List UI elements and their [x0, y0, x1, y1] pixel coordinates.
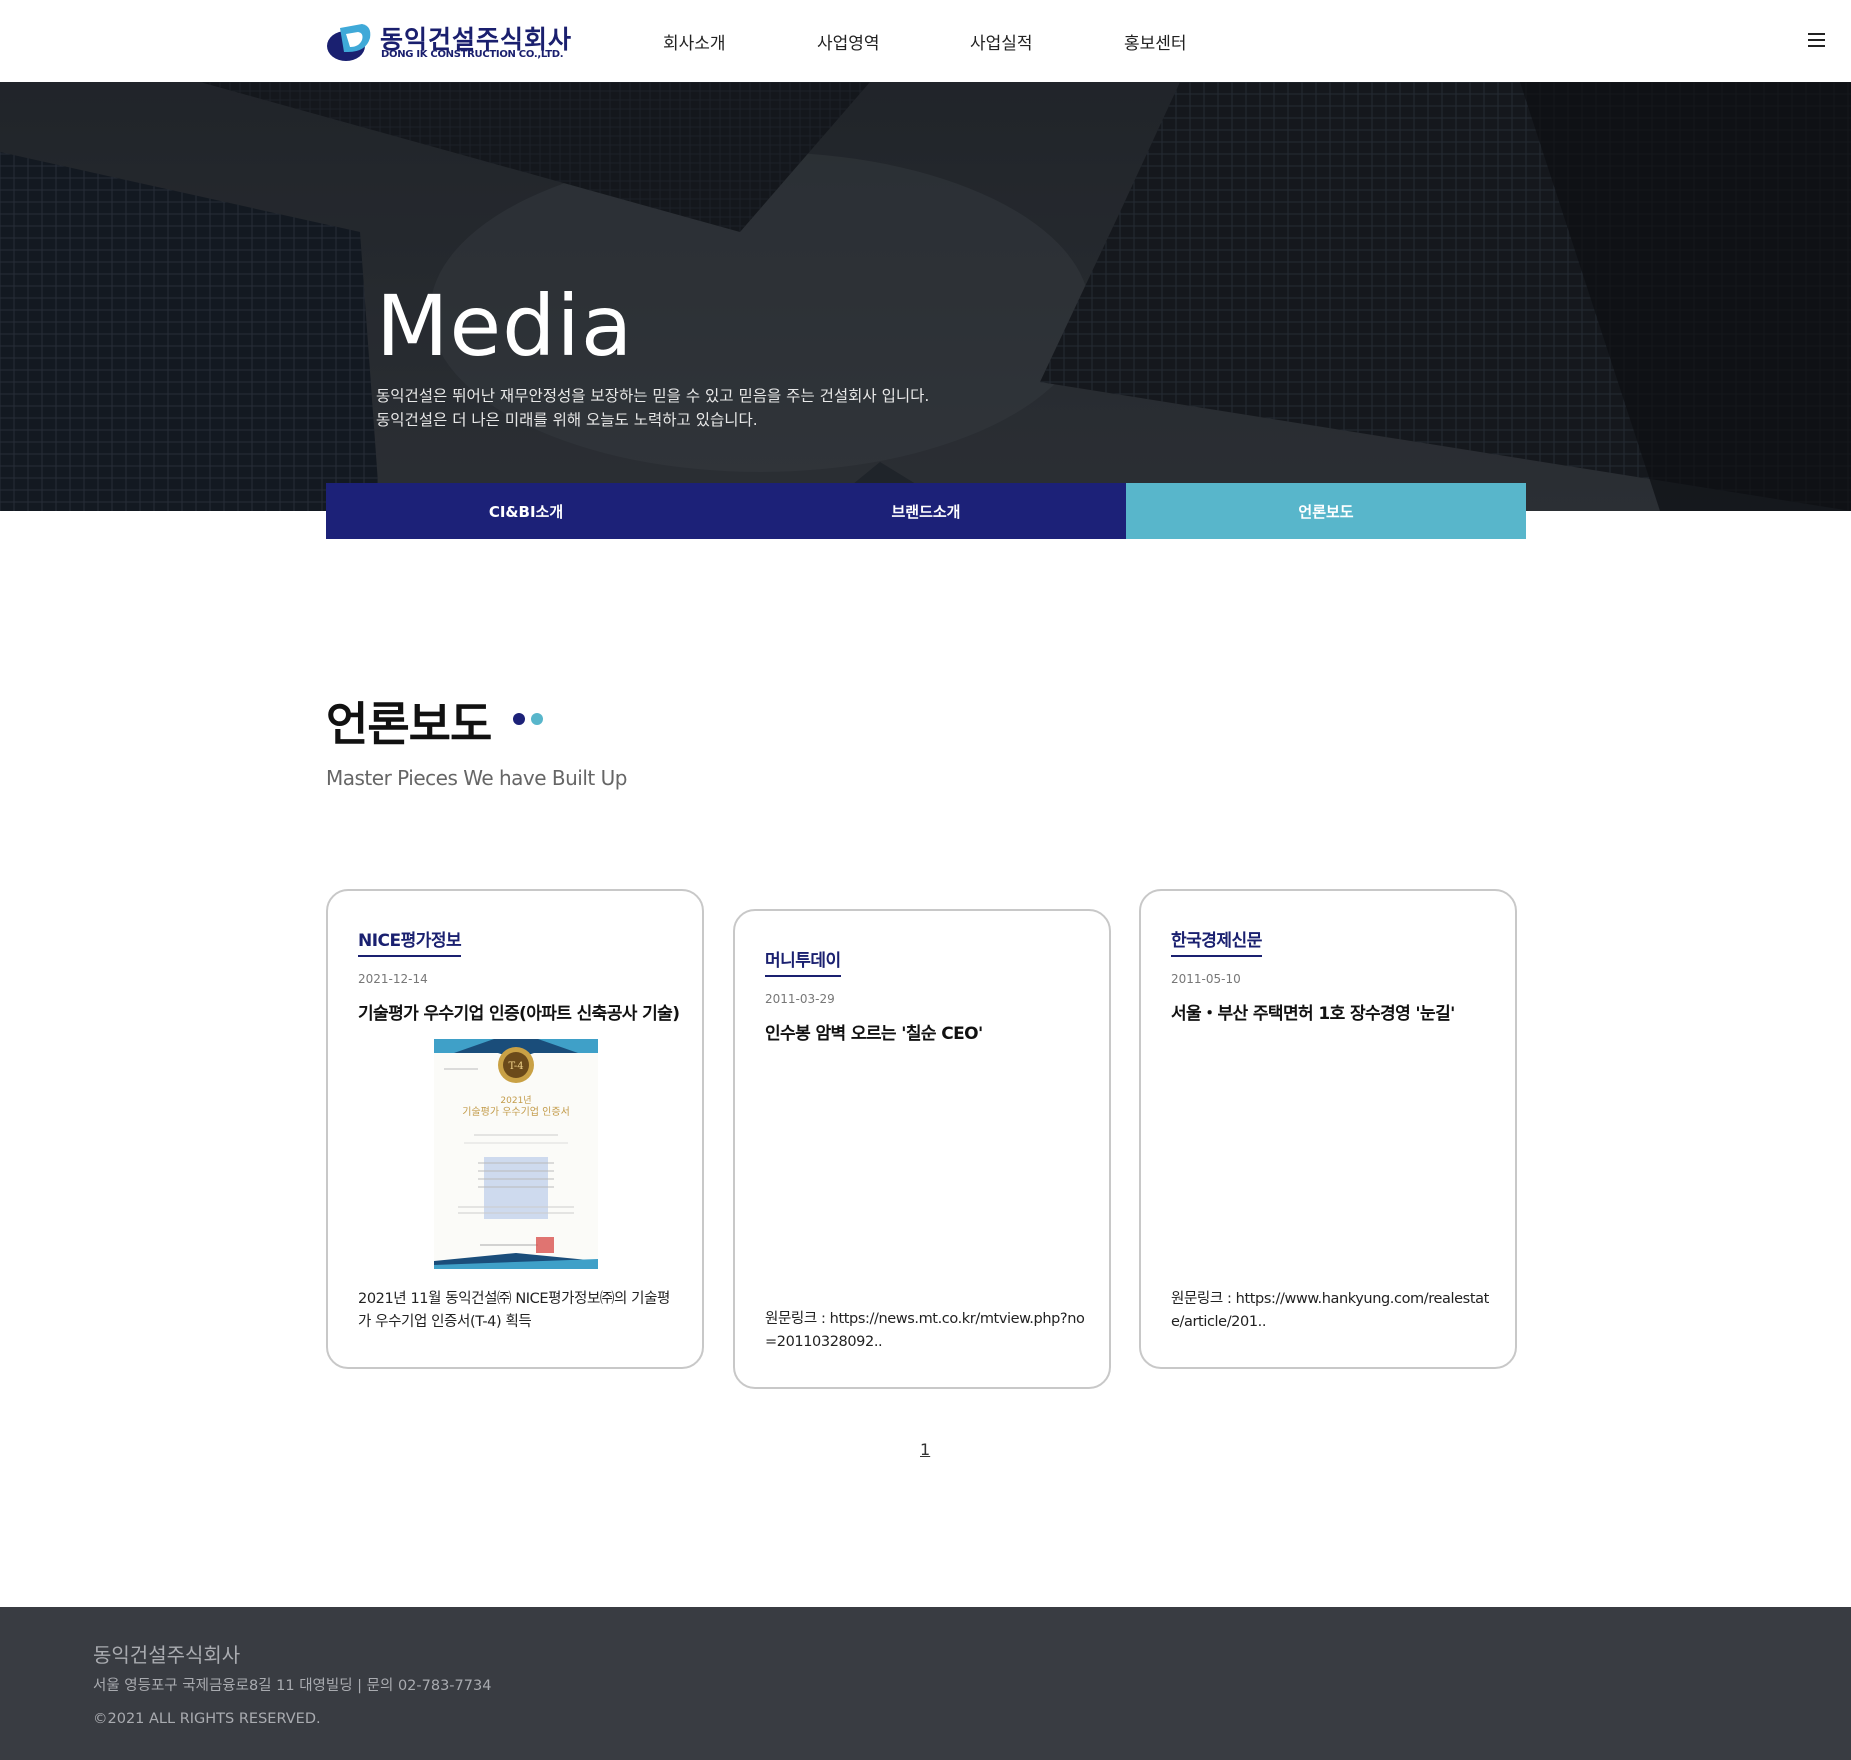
logo-mark-icon	[327, 24, 371, 61]
news-date: 2011-03-29	[765, 992, 835, 1006]
section-subtitle: Master Pieces We have Built Up	[326, 766, 627, 790]
news-date: 2011-05-10	[1171, 972, 1241, 986]
news-summary: 2021년 11월 동익건설㈜ NICE평가정보㈜의 기술평가 우수기업 인증서…	[358, 1291, 670, 1330]
pagination-page-1[interactable]: 1	[920, 1440, 930, 1459]
certificate-badge-label: T-4	[508, 1061, 523, 1072]
news-card[interactable]: 머니투데이 2011-03-29 인수봉 암벽 오르는 '칠순 CEO' 원문링…	[733, 909, 1111, 1389]
news-summary: 원문링크 : https://www.hankyung.com/realesta…	[1171, 1291, 1489, 1330]
news-source: NICE평가정보	[358, 926, 462, 957]
hero-description-line-1: 동익건설은 뛰어난 재무안정성을 보장하는 믿을 수 있고 믿음을 주는 건설회…	[376, 387, 930, 405]
nav-item-business[interactable]: 사업영역	[817, 29, 880, 54]
news-source: 머니투데이	[765, 946, 841, 977]
hero-title: Media	[376, 277, 634, 375]
footer-address: 서울 영등포구 국제금융로8길 11 대영빌딩 | 문의 02-783-7734	[93, 1678, 492, 1694]
hero-description-line-2: 동익건설은 더 나은 미래를 위해 오늘도 노력하고 있습니다.	[376, 411, 758, 429]
tab-press[interactable]: 언론보도	[1126, 483, 1526, 539]
certificate-year: 2021년	[500, 1095, 531, 1106]
news-date: 2021-12-14	[358, 972, 428, 986]
hero-description: 동익건설은 뛰어난 재무안정성을 보장하는 믿을 수 있고 믿음을 주는 건설회…	[376, 384, 929, 432]
news-summary: 원문링크 : https://news.mt.co.kr/mtview.php?…	[765, 1311, 1085, 1350]
news-card[interactable]: NICE평가정보 2021-12-14 기술평가 우수기업 인증(아파트 신축공…	[326, 889, 704, 1369]
footer-copyright: ©2021 ALL RIGHTS RESERVED.	[93, 1711, 321, 1727]
certificate-graphic: T-4 2021년 기술평가 우수기업 인증서	[434, 1039, 598, 1269]
nav-item-company[interactable]: 회사소개	[663, 29, 726, 54]
certificate-image: T-4 2021년 기술평가 우수기업 인증서	[434, 1039, 598, 1269]
hamburger-menu-icon[interactable]	[1808, 33, 1825, 47]
nav-item-pr[interactable]: 홍보센터	[1124, 29, 1187, 54]
tab-brand[interactable]: 브랜드소개	[726, 483, 1126, 539]
sub-tabs: CI&BI소개 브랜드소개 언론보도	[326, 483, 1526, 539]
news-title: 인수봉 암벽 오르는 '칠순 CEO'	[765, 1024, 983, 1044]
tab-ci-bi[interactable]: CI&BI소개	[326, 483, 726, 539]
news-source: 한국경제신문	[1171, 926, 1262, 957]
title-dot-navy-icon	[513, 713, 525, 725]
logo-text-english: DONG IK CONSTRUCTION CO.,LTD.	[381, 49, 564, 60]
hero-banner: Media 동익건설은 뛰어난 재무안정성을 보장하는 믿을 수 있고 믿음을 …	[0, 82, 1851, 511]
title-dot-teal-icon	[531, 713, 543, 725]
section-title: 언론보도	[326, 697, 492, 751]
news-title: 기술평가 우수기업 인증(아파트 신축공사 기술)	[358, 1004, 680, 1024]
footer-company-name: 동익건설주식회사	[93, 1643, 241, 1667]
nav-item-performance[interactable]: 사업실적	[970, 29, 1033, 54]
company-logo[interactable]: 동익건설주식회사 DONG IK CONSTRUCTION CO.,LTD.	[326, 18, 571, 66]
skyscraper-background-image	[0, 82, 1851, 511]
certificate-title: 기술평가 우수기업 인증서	[462, 1105, 570, 1118]
news-title: 서울・부산 주택면허 1호 장수경영 '눈길'	[1171, 1004, 1455, 1024]
news-card[interactable]: 한국경제신문 2011-05-10 서울・부산 주택면허 1호 장수경영 '눈길…	[1139, 889, 1517, 1369]
site-footer: 동익건설주식회사 서울 영등포구 국제금융로8길 11 대영빌딩 | 문의 02…	[0, 1607, 1851, 1760]
site-header: 동익건설주식회사 DONG IK CONSTRUCTION CO.,LTD. 회…	[0, 0, 1851, 82]
